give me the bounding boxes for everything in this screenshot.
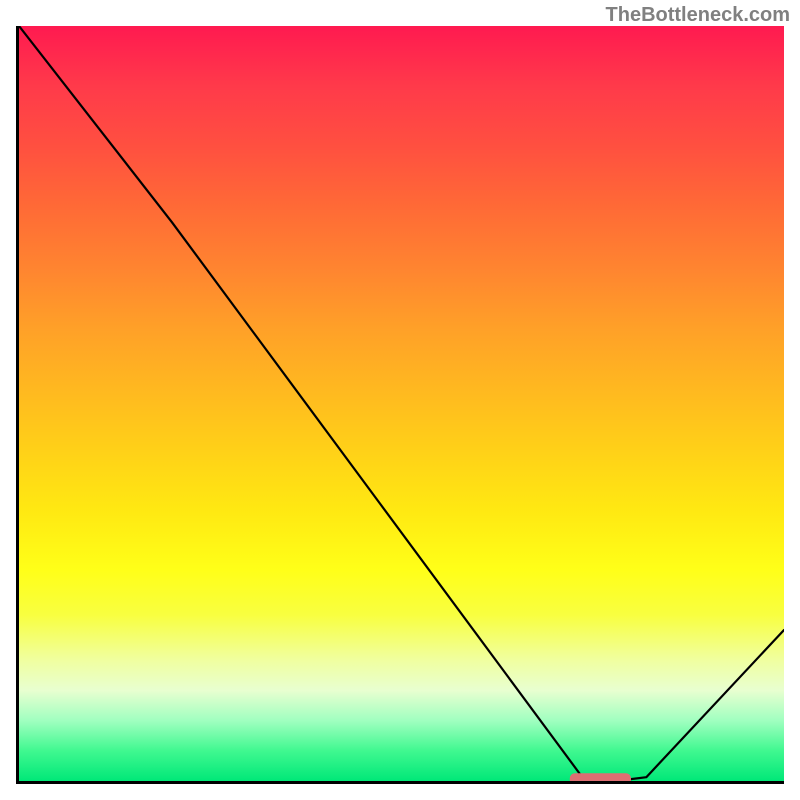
watermark-text: TheBottleneck.com [606, 4, 790, 27]
chart-svg [19, 26, 784, 781]
chart-plot-area [16, 26, 784, 784]
bottleneck-curve-line [19, 26, 784, 781]
optimal-range-marker [570, 773, 631, 781]
